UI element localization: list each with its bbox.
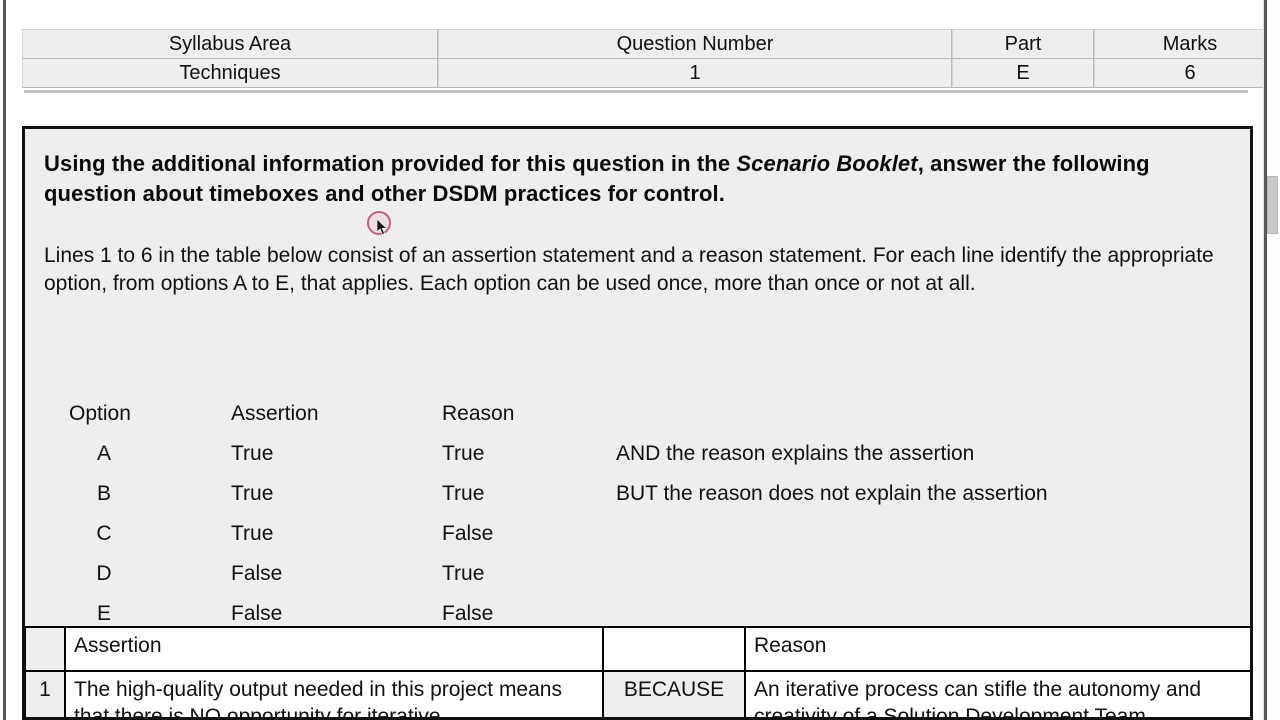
meta-header-marks: Marks bbox=[1094, 29, 1280, 59]
option-key-reason-a: True bbox=[442, 442, 485, 465]
option-key-note-a: AND the reason explains the assertion bbox=[616, 442, 975, 465]
ar-header-reason: Reason bbox=[744, 626, 1250, 672]
option-key-row-d: D False True bbox=[69, 554, 1169, 594]
meta-value-syllabus-area: Techniques bbox=[22, 59, 438, 88]
meta-header-question-number: Question Number bbox=[438, 29, 952, 59]
assertion-reason-table: Assertion Reason 1 The high-quality outp… bbox=[25, 626, 1250, 717]
question-instruction: Lines 1 to 6 in the table below consist … bbox=[44, 244, 1214, 295]
meta-table-header-row: Syllabus Area Question Number Part Marks bbox=[22, 29, 1280, 59]
option-key-note-b: BUT the reason does not explain the asse… bbox=[616, 482, 1048, 505]
option-key-reason-c: False bbox=[442, 522, 494, 545]
ar-row-1-assertion: The high-quality output needed in this p… bbox=[64, 670, 604, 717]
question-heading: Using the additional information provide… bbox=[44, 149, 1154, 209]
meta-header-syllabus-area: Syllabus Area bbox=[22, 29, 438, 59]
assertion-reason-header-row: Assertion Reason bbox=[25, 626, 1250, 672]
option-key-letter-c: C bbox=[96, 522, 112, 545]
meta-value-question-number: 1 bbox=[438, 59, 952, 88]
question-meta-table: Syllabus Area Question Number Part Marks… bbox=[22, 29, 1280, 88]
meta-header-part: Part bbox=[952, 29, 1094, 59]
option-key-header-assertion: Assertion bbox=[231, 402, 319, 425]
option-key-row-a: A True True AND the reason explains the … bbox=[69, 434, 1169, 474]
ar-row-1-connector: BECAUSE bbox=[602, 670, 746, 717]
meta-value-marks: 6 bbox=[1094, 59, 1280, 88]
meta-table-value-row: Techniques 1 E 6 bbox=[22, 59, 1280, 88]
page-left-edge-rule bbox=[3, 0, 6, 720]
option-key-header-option: Option bbox=[69, 402, 131, 425]
ar-header-number bbox=[25, 626, 66, 672]
question-panel: Using the additional information provide… bbox=[22, 126, 1253, 720]
option-key-reason-d: True bbox=[442, 562, 485, 585]
question-heading-part1: Using the additional information provide… bbox=[44, 151, 737, 176]
table-row: 1 The high-quality output needed in this… bbox=[25, 670, 1250, 717]
option-key-assertion-c: True bbox=[231, 522, 274, 545]
option-key-assertion-b: True bbox=[231, 482, 274, 505]
option-key-header-row: Option Assertion Reason bbox=[69, 394, 1169, 434]
screenshot-root: Syllabus Area Question Number Part Marks… bbox=[0, 0, 1280, 720]
option-key-assertion-d: False bbox=[231, 562, 283, 585]
ar-row-1-reason: An iterative process can stifle the auto… bbox=[744, 670, 1250, 717]
option-key-row-c: C True False bbox=[69, 514, 1169, 554]
ar-header-assertion: Assertion bbox=[64, 626, 604, 672]
ar-row-1-number: 1 bbox=[25, 670, 66, 717]
option-key-table: Option Assertion Reason A True True AND … bbox=[69, 394, 1169, 634]
option-key-assertion-a: True bbox=[231, 442, 274, 465]
question-panel-inner: Using the additional information provide… bbox=[25, 129, 1250, 717]
vertical-scrollbar-thumb[interactable] bbox=[1267, 176, 1278, 234]
meta-table-shadow bbox=[24, 90, 1248, 93]
page-right-edge-rule bbox=[1264, 0, 1267, 720]
option-key-letter-b: B bbox=[96, 482, 111, 505]
option-key-row-b: B True True BUT the reason does not expl… bbox=[69, 474, 1169, 514]
option-key-header-reason: Reason bbox=[442, 402, 515, 425]
option-key-letter-d: D bbox=[96, 562, 112, 585]
option-key-letter-a: A bbox=[96, 442, 111, 465]
meta-value-part: E bbox=[952, 59, 1094, 88]
question-heading-emphasis: Scenario Booklet bbox=[736, 151, 918, 176]
option-key-reason-b: True bbox=[442, 482, 485, 505]
ar-header-connector bbox=[602, 626, 746, 672]
